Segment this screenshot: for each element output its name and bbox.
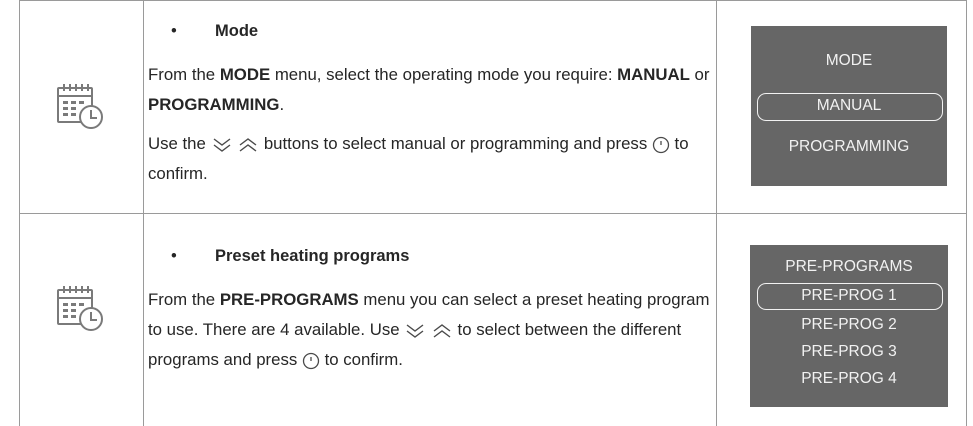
screen-title: PRE-PROGRAMS [785, 258, 913, 275]
bold-run: MODE [219, 65, 271, 84]
instruction-table: • Mode From the MODE menu, select the ope… [19, 0, 967, 426]
power-confirm-icon [652, 136, 670, 154]
heading-text: Preset heating programs [215, 247, 410, 265]
double-chevron-up-icon [431, 322, 453, 340]
bullet: • [171, 247, 177, 265]
calendar-clock-icon [56, 82, 104, 130]
text-run: menu, select the operating mode you requ… [270, 65, 618, 84]
screen-item-programming: PROGRAMMING [788, 138, 910, 155]
text-run: From the [148, 65, 220, 84]
mode-buttons-description: Use the buttons to select manual or prog… [148, 129, 726, 189]
power-confirm-icon [302, 352, 320, 370]
bold-run: MANUAL [617, 65, 690, 84]
bold-run: PRE-PROGRAMS [219, 290, 359, 309]
calendar-clock-icon [56, 284, 104, 332]
bold-run: PROGRAMMING [148, 95, 280, 114]
heading-text: Mode [215, 22, 259, 40]
text-run: From the [148, 290, 220, 309]
bullet: • [171, 22, 177, 40]
text-run: or [689, 65, 710, 84]
preset-heading: • Preset heating programs [171, 247, 409, 266]
screen-item-pre-prog-4: PRE-PROG 4 [801, 370, 897, 387]
mode-heading: • Mode [171, 22, 258, 41]
screen-item-manual: MANUAL [816, 97, 882, 114]
double-chevron-down-icon [211, 136, 233, 154]
text-run: Use the [148, 134, 211, 153]
screen-item-pre-prog-1: PRE-PROG 1 [801, 287, 897, 304]
text-run: . [279, 95, 285, 114]
table-row-divider [19, 213, 967, 214]
screen-title: MODE [825, 52, 873, 69]
screen-item-pre-prog-3: PRE-PROG 3 [801, 343, 897, 360]
screen-item-pre-prog-2: PRE-PROG 2 [801, 316, 897, 333]
text-run: to confirm. [319, 350, 403, 369]
text-run: buttons to select manual or programming … [259, 134, 652, 153]
preprograms-display-screen: PRE-PROGRAMS PRE-PROG 1 PRE-PROG 2 PRE-P… [750, 245, 948, 407]
double-chevron-down-icon [404, 322, 426, 340]
mode-description: From the MODE menu, select the operating… [148, 60, 726, 120]
mode-display-screen: MODE MANUAL PROGRAMMING [751, 26, 947, 186]
preset-description: From the PRE-PROGRAMS menu you can selec… [148, 285, 726, 375]
double-chevron-up-icon [237, 136, 259, 154]
table-border-top [19, 0, 967, 1]
